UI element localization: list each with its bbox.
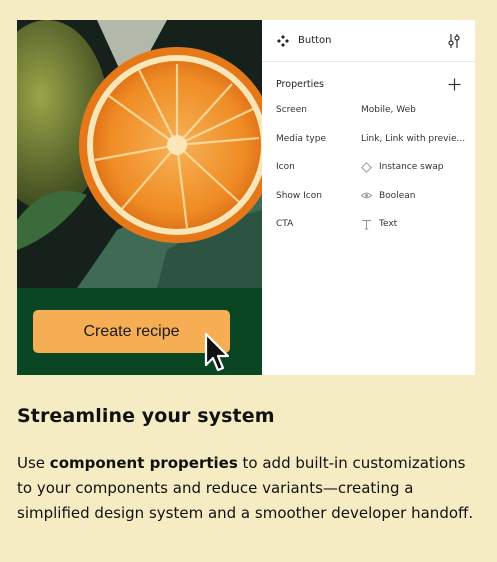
property-row-screen[interactable]: Screen Mobile, Web (262, 96, 475, 125)
property-value: Link, Link with previe... (361, 133, 466, 144)
create-recipe-button[interactable]: Create recipe (33, 310, 230, 353)
description-intro: Use (17, 454, 50, 472)
diamond-icon (361, 161, 372, 173)
property-row-cta[interactable]: CTA Text (262, 210, 475, 239)
cta-preview-area: Create recipe (17, 288, 262, 375)
property-value: Text (379, 219, 398, 230)
properties-section-header: Properties (262, 76, 475, 92)
mouse-cursor-icon (204, 332, 230, 372)
plus-icon[interactable] (448, 78, 461, 91)
properties-panel: Button Properties Screen Mobile, Web Med… (262, 20, 475, 375)
feature-description: Use component properties to add built-in… (17, 451, 477, 526)
property-row-show-icon[interactable]: Show Icon Boolean (262, 182, 475, 211)
property-row-media-type[interactable]: Media type Link, Link with previe... (262, 125, 475, 154)
property-value: Instance swap (379, 162, 444, 173)
property-row-icon[interactable]: Icon Instance swap (262, 153, 475, 182)
property-label: Show Icon (276, 190, 322, 201)
property-value: Boolean (379, 190, 416, 201)
property-label: Icon (276, 162, 295, 173)
description-emphasis: component properties (49, 454, 238, 472)
adjust-icon[interactable] (447, 33, 461, 49)
orange-photo (17, 20, 262, 288)
text-t-icon (362, 219, 371, 230)
property-label: Screen (276, 105, 307, 116)
section-title: Properties (276, 78, 325, 90)
panel-header: Button (262, 20, 475, 62)
eye-icon (361, 192, 372, 199)
feature-card: Create recipe Button Properties Screen M… (17, 20, 475, 375)
panel-title: Button (298, 35, 332, 46)
property-label: CTA (276, 219, 294, 230)
property-list: Screen Mobile, Web Media type Link, Link… (262, 96, 475, 239)
component-icon (277, 34, 289, 47)
feature-headline: Streamline your system (17, 405, 275, 427)
property-label: Media type (276, 133, 326, 144)
property-value: Mobile, Web (361, 105, 416, 116)
